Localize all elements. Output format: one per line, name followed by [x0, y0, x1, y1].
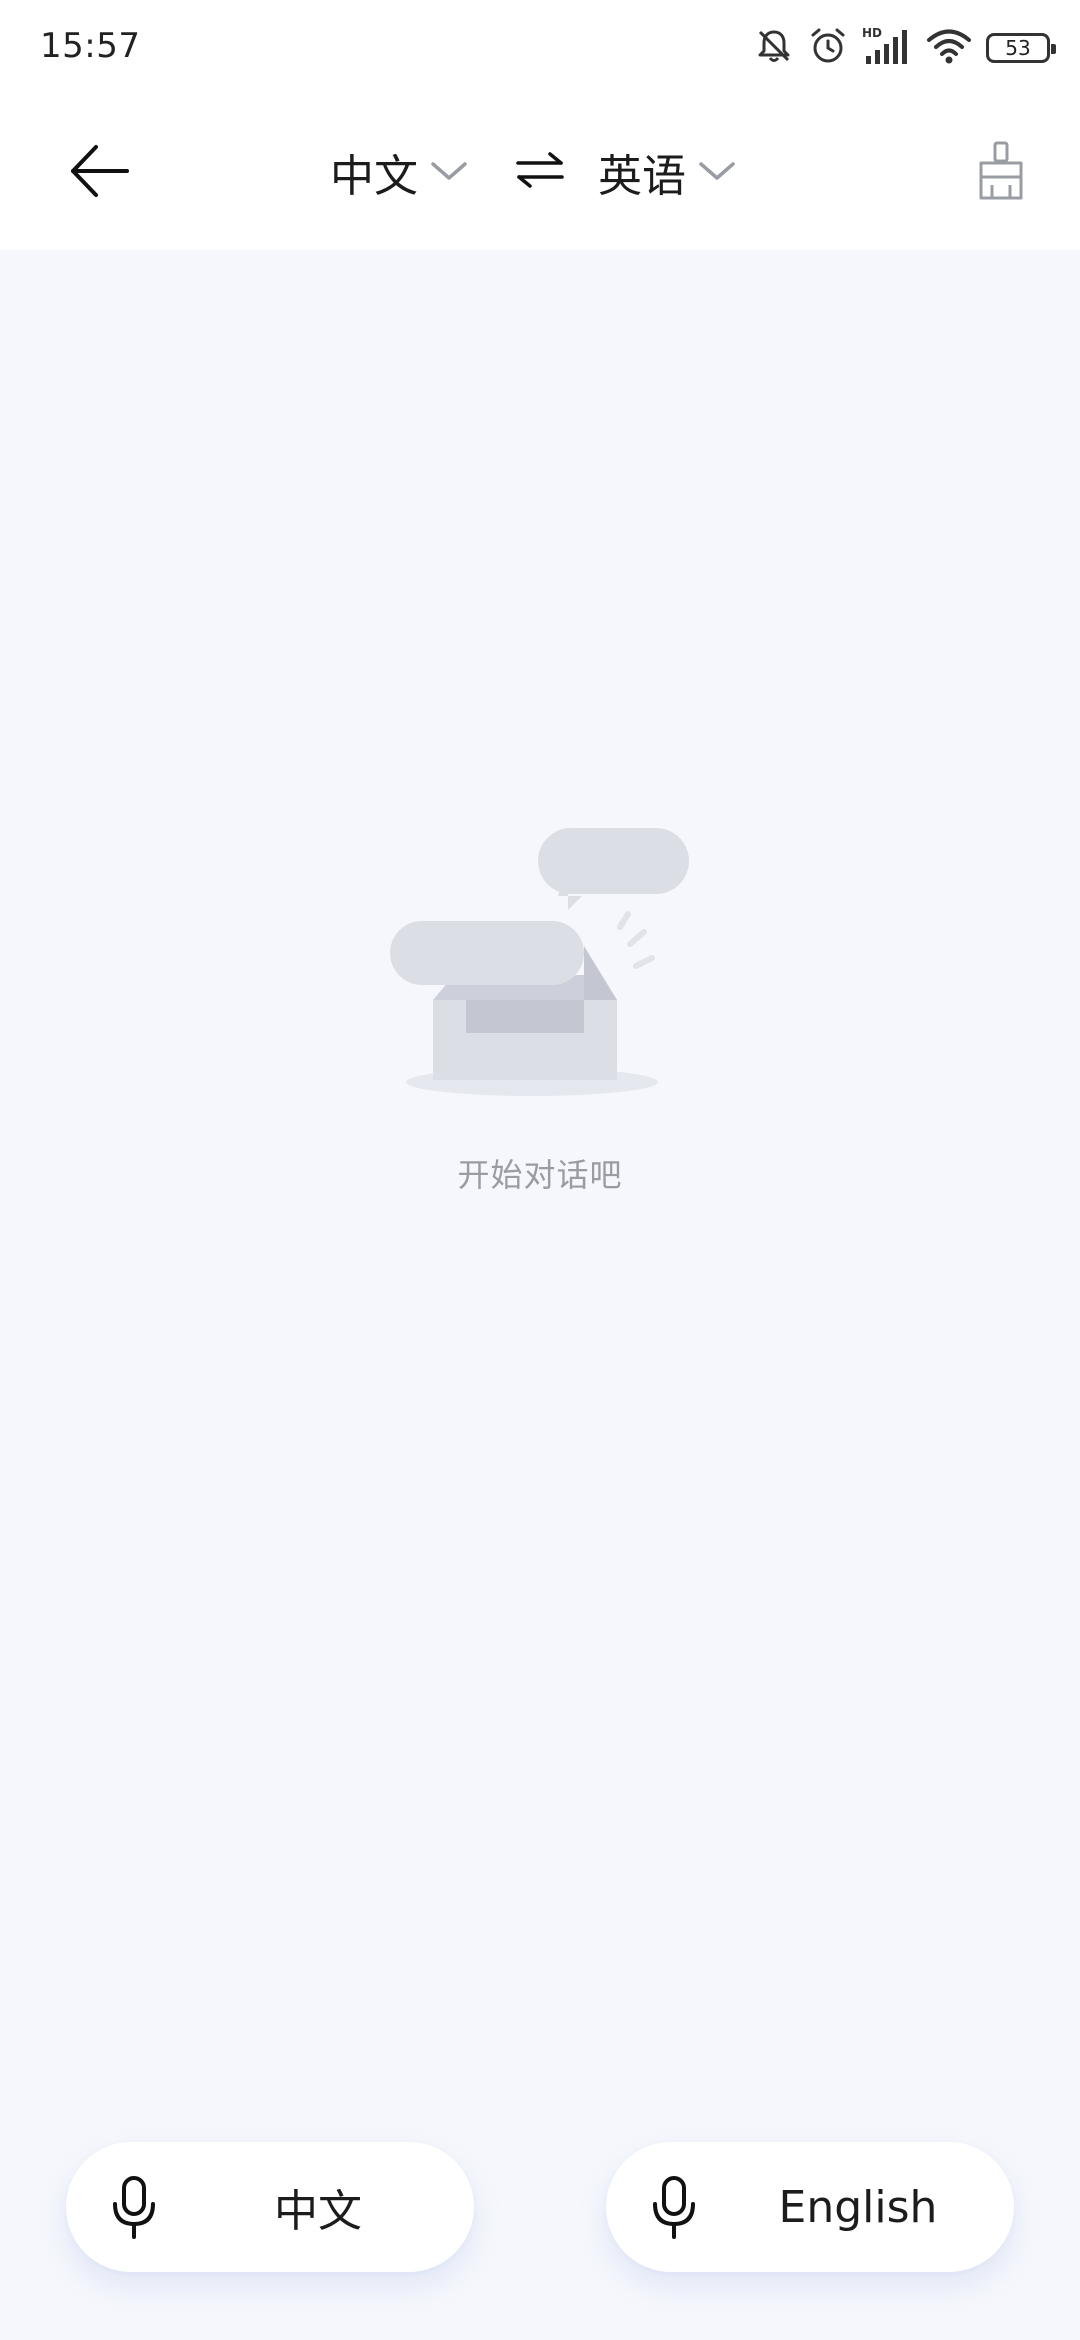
wifi-icon [926, 26, 972, 70]
status-time: 15:57 [40, 26, 141, 66]
bell-off-icon [754, 26, 794, 70]
source-language-selector[interactable]: 中文 [330, 134, 468, 210]
empty-inbox-chat-icon [390, 800, 690, 1114]
status-bar: 15:57 HD 53 [0, 0, 1080, 96]
alarm-icon [808, 26, 848, 70]
back-button[interactable] [60, 136, 140, 210]
battery-icon: 53 [986, 33, 1056, 63]
target-language-selector[interactable]: 英语 [598, 134, 736, 210]
status-icons: HD 53 [754, 24, 1056, 72]
broom-icon [976, 141, 1026, 205]
microphone-icon [650, 2175, 698, 2239]
clear-conversation-button[interactable] [966, 136, 1036, 210]
empty-state: 开始对话吧 [0, 800, 1080, 1196]
back-arrow-icon [69, 143, 131, 203]
speak-chinese-label: 中文 [274, 2186, 362, 2237]
swap-languages-button[interactable] [510, 146, 570, 198]
top-bar: 中文 英语 [0, 96, 1080, 250]
svg-text:HD: HD [862, 26, 882, 40]
chevron-down-icon [698, 158, 736, 186]
speak-english-button[interactable]: English [606, 2142, 1014, 2272]
empty-state-message: 开始对话吧 [457, 1156, 623, 1194]
source-language-label: 中文 [330, 151, 418, 202]
microphone-icon [110, 2175, 158, 2239]
speak-chinese-button[interactable]: 中文 [66, 2142, 474, 2272]
swap-arrows-icon [515, 150, 565, 194]
hd-signal-icon: HD [862, 26, 912, 70]
speak-english-label: English [778, 2181, 938, 2233]
target-language-label: 英语 [598, 151, 686, 202]
chevron-down-icon [430, 158, 468, 186]
